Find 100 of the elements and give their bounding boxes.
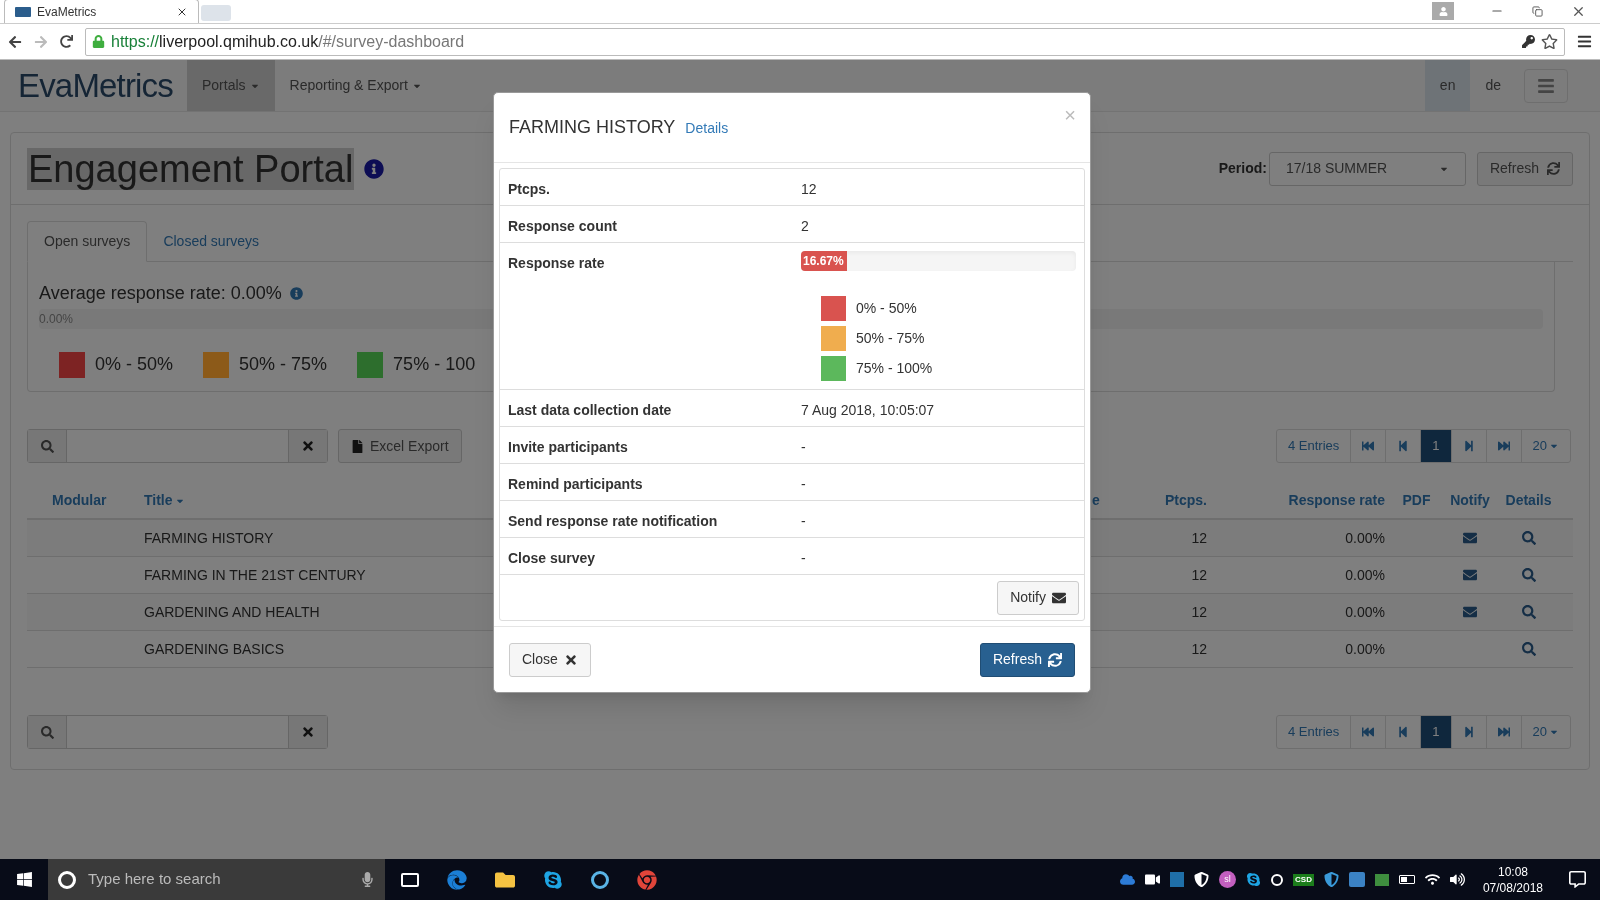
table-cell-text: 12 xyxy=(1191,639,1208,659)
legend-label: 50% - 75% xyxy=(856,329,925,348)
column-header[interactable]: Modular xyxy=(27,490,130,511)
table-cell-text: 0.00% xyxy=(1345,602,1386,622)
account-badge[interactable]: sl xyxy=(1219,871,1237,888)
period-label: Period: xyxy=(1218,159,1267,178)
battery-icon[interactable] xyxy=(1398,875,1415,884)
address-field[interactable]: https://liverpool.qmihub.co.uk/#/survey-dashboard xyxy=(85,27,1565,56)
tray-app-icon[interactable] xyxy=(1271,873,1284,886)
wifi-icon[interactable] xyxy=(1424,872,1440,887)
magnifier-icon[interactable] xyxy=(1521,605,1536,619)
close-icon xyxy=(301,725,315,739)
nav-menu[interactable]: Portals xyxy=(186,60,275,111)
cloud-icon[interactable] xyxy=(1120,872,1136,887)
refresh-icon xyxy=(1048,652,1062,667)
tab-favicon-icon xyxy=(15,6,31,17)
language-option[interactable]: en xyxy=(1424,60,1471,111)
close-button[interactable]: × xyxy=(1064,105,1076,125)
camera-icon[interactable] xyxy=(1145,872,1161,887)
task-view-icon[interactable] xyxy=(401,872,419,887)
notifications-icon[interactable] xyxy=(1569,871,1586,888)
refresh-button[interactable]: Refresh xyxy=(1476,151,1573,186)
legend-label: 0% - 50% xyxy=(856,299,917,318)
language-option[interactable]: de xyxy=(1470,60,1516,111)
logo[interactable]: EvaMetrics xyxy=(18,60,173,111)
legend-label: 50% - 75% xyxy=(239,353,328,376)
table-cell-text: 12 xyxy=(1191,602,1208,622)
restore-icon[interactable] xyxy=(1532,5,1543,17)
details-link[interactable]: Details xyxy=(685,118,729,139)
page-button[interactable]: 1 xyxy=(1421,430,1452,462)
chrome-icon[interactable] xyxy=(637,869,657,890)
volume-icon[interactable] xyxy=(1449,872,1465,887)
clock-time[interactable]: 10:08 xyxy=(1497,863,1528,880)
magnifier-icon[interactable] xyxy=(1521,568,1536,582)
column-header[interactable]: Details xyxy=(1505,490,1552,511)
clear-button[interactable] xyxy=(288,716,327,748)
search-field[interactable] xyxy=(27,429,328,463)
clear-button[interactable] xyxy=(288,430,327,462)
page-size-dropdown[interactable]: 20 xyxy=(1521,716,1570,748)
detail-value: - xyxy=(801,438,806,457)
magnifier-icon[interactable] xyxy=(1521,531,1536,545)
next-page-icon xyxy=(1462,726,1475,738)
close-icon xyxy=(563,652,578,667)
detail-value: - xyxy=(801,512,806,531)
table-cell-text: 0.00% xyxy=(1345,528,1386,548)
survey-tab[interactable]: Closed surveys xyxy=(147,221,276,262)
survey-tab[interactable]: Open surveys xyxy=(27,221,148,262)
lock-icon xyxy=(92,35,105,48)
menu-button[interactable] xyxy=(1524,68,1568,103)
star-icon[interactable] xyxy=(1541,33,1558,50)
csd-badge[interactable]: CSD xyxy=(1293,873,1314,886)
next-page-icon xyxy=(1462,440,1475,452)
page-size-dropdown[interactable]: 20 xyxy=(1521,430,1570,462)
response-rate-value: 16.67% xyxy=(802,253,844,270)
notify-button[interactable]: Notify xyxy=(997,580,1079,615)
menu-icon[interactable] xyxy=(1577,34,1592,49)
table-cell-text: FARMING HISTORY xyxy=(144,528,274,548)
edge-icon[interactable] xyxy=(447,869,467,890)
nav-menu[interactable]: Reporting & Export xyxy=(274,60,437,111)
envelope-icon[interactable] xyxy=(1463,531,1477,545)
shield-icon[interactable] xyxy=(1323,872,1339,887)
menu-icon xyxy=(1537,76,1555,95)
detail-value: 2 xyxy=(801,217,809,236)
search-field[interactable] xyxy=(27,715,328,749)
reload-icon[interactable] xyxy=(60,35,73,48)
info-icon[interactable] xyxy=(289,287,303,300)
browser-tab[interactable]: EvaMetrics xyxy=(4,0,199,23)
column-header[interactable]: PDF xyxy=(1402,490,1431,511)
clock-date[interactable]: 07/08/2018 xyxy=(1482,879,1543,896)
column-header[interactable]: e xyxy=(1092,490,1130,511)
taskbar-search-field[interactable]: Type here to search xyxy=(48,859,385,900)
tab-title: EvaMetrics xyxy=(37,3,98,21)
excel-export-button[interactable]: Excel Export xyxy=(338,429,462,463)
windows-icon[interactable] xyxy=(15,871,33,888)
refresh-icon xyxy=(1547,162,1560,175)
column-header[interactable]: Notify xyxy=(1450,490,1490,511)
refresh-button[interactable]: Refresh xyxy=(979,642,1075,677)
info-icon[interactable] xyxy=(364,158,385,179)
column-header[interactable]: Response rate xyxy=(1288,490,1393,511)
page-button[interactable]: 1 xyxy=(1421,716,1452,748)
detail-label: Invite participants xyxy=(507,438,629,457)
skype-icon[interactable] xyxy=(1246,872,1262,887)
back-icon[interactable] xyxy=(8,34,22,49)
magnifier-icon[interactable] xyxy=(1521,642,1536,656)
key-icon[interactable] xyxy=(1522,35,1535,48)
column-header[interactable]: Ptcps. xyxy=(1165,490,1215,511)
skype-icon[interactable] xyxy=(543,869,563,890)
table-cell-text: 12 xyxy=(1191,528,1208,548)
close-button[interactable]: Close xyxy=(509,642,591,677)
shield-icon[interactable] xyxy=(1194,872,1210,887)
detail-value: 7 Aug 2018, 10:05:07 xyxy=(801,401,935,420)
table-cell-text: GARDENING AND HEALTH xyxy=(144,602,320,622)
period-select[interactable]: 17/18 SUMMER xyxy=(1268,151,1466,186)
first-page-icon xyxy=(1362,440,1375,452)
table-cell-text: FARMING IN THE 21ST CENTURY xyxy=(144,565,366,585)
envelope-icon[interactable] xyxy=(1463,605,1477,619)
envelope-icon[interactable] xyxy=(1463,568,1477,582)
close-icon xyxy=(301,439,315,453)
microphone-icon[interactable] xyxy=(360,872,375,887)
legend-label: 75% - 100 xyxy=(393,353,476,376)
